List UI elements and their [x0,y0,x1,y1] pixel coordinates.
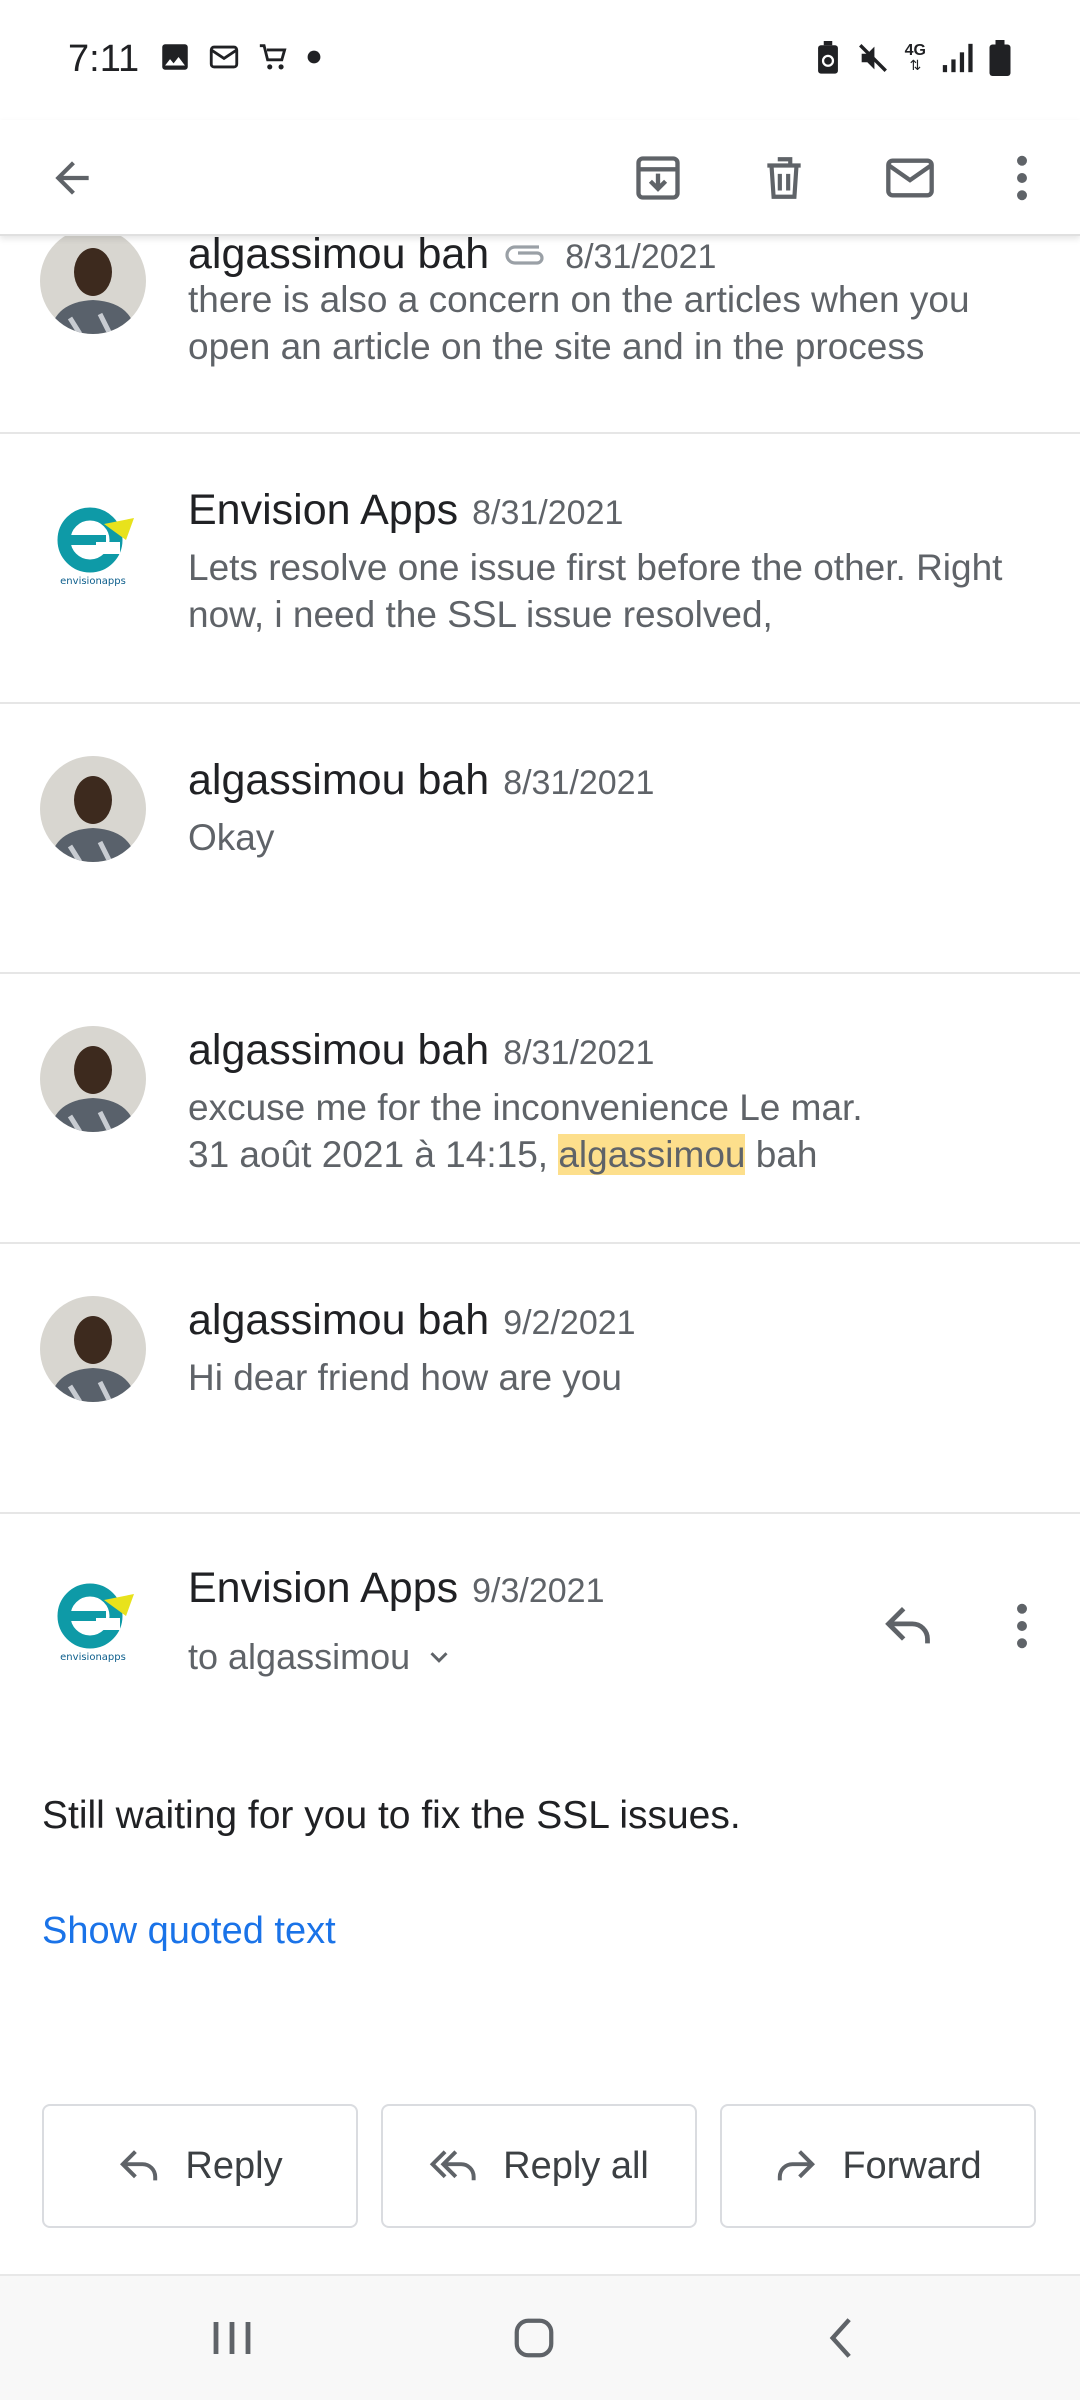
home-button[interactable] [494,2306,574,2370]
reply-button[interactable]: Reply [42,2104,358,2228]
notification-icons [158,40,322,74]
battery-icon [989,40,1011,76]
recent-apps-icon [213,2322,251,2354]
signal-icon [942,43,973,73]
message-snippet: Hi dear friend how are you [188,1357,622,1398]
avatar [40,228,146,334]
more-vert-icon [1017,155,1027,201]
person-photo-icon [40,1296,146,1402]
reply-label: Reply [185,2144,283,2187]
system-icons: 4G ⇅ [815,40,1012,76]
delete-button[interactable] [742,136,826,220]
forward-button[interactable]: Forward [720,2104,1036,2228]
search-highlight: algassimou [558,1134,746,1175]
snippet-line-1: excuse me for the inconvenience Le mar. [188,1087,863,1128]
chevron-left-icon [829,2318,851,2358]
image-icon [162,44,188,70]
recipient-details-toggle[interactable]: to algassimou [188,1636,454,1678]
collapsed-message[interactable]: algassimou bah 9/2/2021 Hi dear friend h… [0,1244,1080,1514]
avatar: envisionapps [40,490,146,596]
collapsed-message[interactable]: envisionapps Envision Apps 8/31/2021 Let… [0,434,1080,704]
forward-icon [778,2150,816,2181]
network-type: 4G [904,42,926,59]
person-photo-icon [40,756,146,862]
message-snippet: Okay [188,817,275,858]
back-button[interactable] [30,136,114,220]
back-arrow-icon [55,161,89,195]
snippet-line-2: 31 août 2021 à 14:15, [188,1134,559,1175]
delete-icon [767,157,801,199]
sender-name: algassimou bah [188,1026,490,1074]
message-thread: algassimou bah 8/31/2021 there is also a… [0,228,1080,1514]
sender-name: Envision Apps [188,1564,459,1612]
avatar [40,1026,146,1132]
reply-all-icon [429,2150,476,2181]
home-icon [514,2318,554,2358]
person-photo-icon [40,228,146,334]
mark-unread-button[interactable] [868,136,952,220]
forward-label: Forward [842,2144,982,2187]
svg-text:envisionapps: envisionapps [60,576,126,587]
snippet-line-2-end: bah [745,1134,818,1175]
more-vert-icon [1017,1603,1027,1649]
svg-text:envisionapps: envisionapps [60,1652,126,1663]
reply-icon [120,2150,158,2181]
status-bar: 7:11 4G ⇅ [0,0,1080,120]
sender-name: algassimou bah [188,756,490,804]
reply-button-small[interactable] [866,1584,950,1668]
recipient-text: to algassimou [188,1636,411,1677]
attachment-icon [505,245,544,265]
reply-all-button[interactable]: Reply all [381,2104,697,2228]
collapsed-message[interactable]: algassimou bah 8/31/2021 Okay [0,704,1080,974]
sender-name: algassimou bah [188,1296,490,1344]
avatar: envisionapps [40,1566,146,1672]
message-date: 8/31/2021 [565,238,717,276]
avatar [40,1296,146,1402]
toolbar [0,120,1080,236]
chevron-down-icon [430,1652,448,1663]
recent-apps-button[interactable] [192,2306,272,2370]
envision-logo-icon: envisionapps [57,507,134,587]
more-options-button[interactable] [980,136,1064,220]
archive-button[interactable] [616,136,700,220]
envision-logo-icon: envisionapps [57,1583,134,1663]
message-date: 8/31/2021 [503,1034,655,1072]
4g-icon: 4G ⇅ [904,42,926,73]
cart-icon [259,44,287,70]
mark-unread-icon [886,158,934,198]
archive-icon [636,156,680,200]
mail-icon [209,45,239,69]
mute-icon [858,44,887,72]
reply-icon [885,1606,930,1644]
dot-icon [307,50,321,64]
sender-name: algassimou bah [188,230,490,278]
avatar [40,756,146,862]
message-snippet: Lets resolve one issue first before the … [188,547,1003,635]
status-time: 7:11 [68,38,140,80]
collapsed-message[interactable]: algassimou bah 8/31/2021 excuse me for t… [0,974,1080,1244]
sender-name: Envision Apps [188,486,459,534]
message-snippet: excuse me for the inconvenience Le mar. … [188,1084,1048,1178]
message-date: 9/2/2021 [503,1304,636,1342]
message-snippet: there is also a concern on the articles … [188,279,970,367]
collapsed-message[interactable]: algassimou bah 8/31/2021 there is also a… [0,228,1080,434]
system-navigation-bar [0,2274,1080,2400]
reply-all-label: Reply all [503,2144,649,2187]
message-body: Still waiting for you to fix the SSL iss… [42,1794,741,1837]
message-date: 8/31/2021 [503,764,655,802]
message-more-button[interactable] [980,1584,1064,1668]
message-date: 9/3/2021 [472,1572,605,1610]
battery-saver-icon [817,41,838,74]
show-quoted-text-link[interactable]: Show quoted text [42,1910,336,1953]
system-back-button[interactable] [800,2306,880,2370]
message-date: 8/31/2021 [472,494,624,532]
person-photo-icon [40,1026,146,1132]
